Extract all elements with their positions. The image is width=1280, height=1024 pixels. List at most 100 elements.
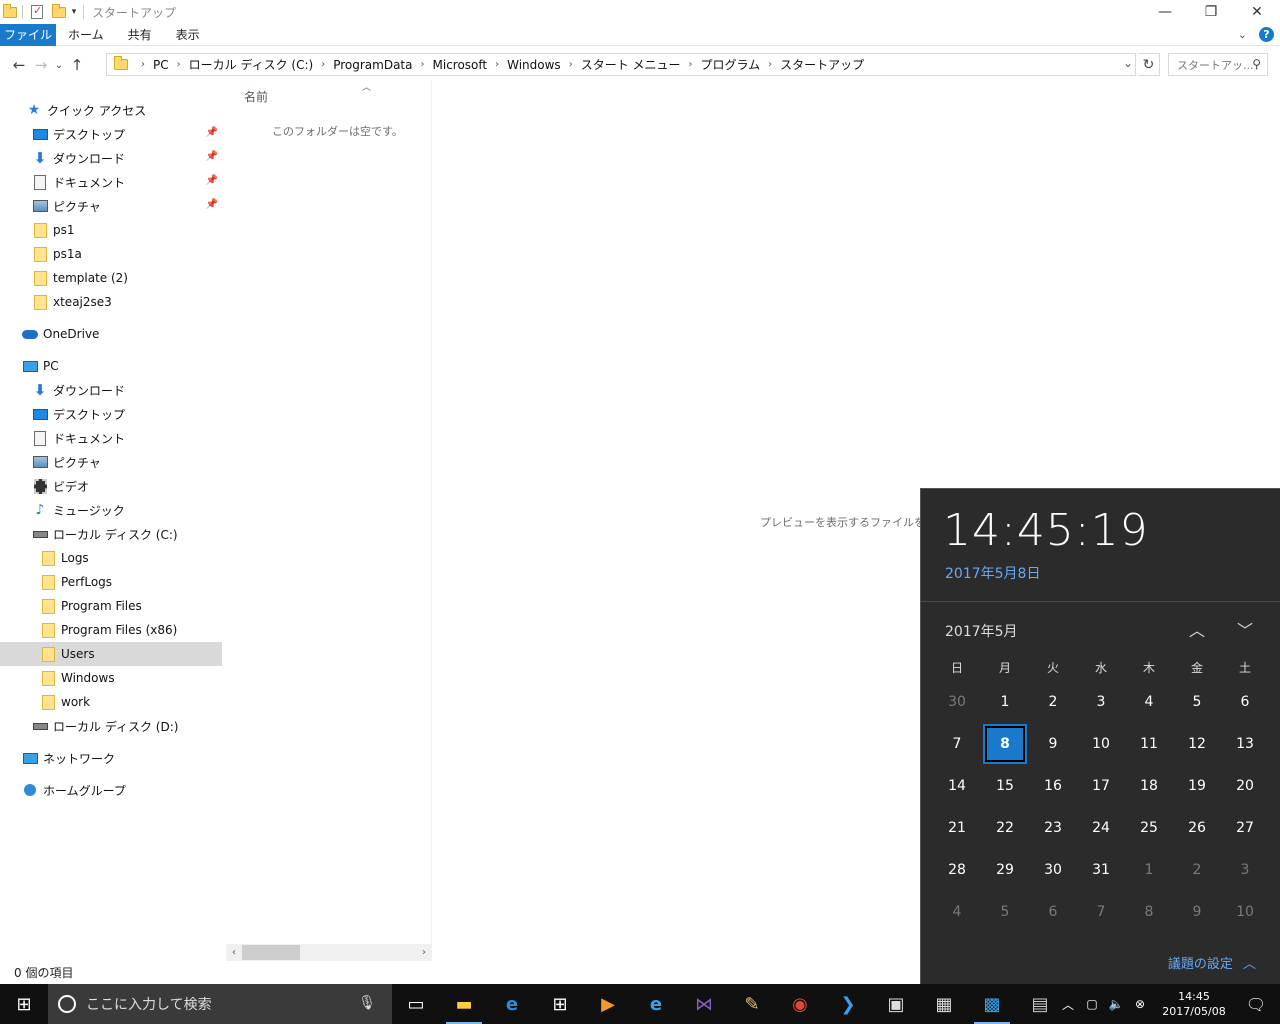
previous-month-icon[interactable]: ︿ xyxy=(1185,617,1209,641)
nav-item-documents[interactable]: ドキュメント 📌 xyxy=(0,170,222,194)
remote-desktop-icon[interactable]: ▣ xyxy=(872,984,920,1024)
close-circle-icon[interactable]: ⊗ xyxy=(1128,997,1152,1011)
calendar-day[interactable]: 25 xyxy=(1125,807,1173,849)
tab-file[interactable]: ファイル xyxy=(0,23,56,46)
calendar-day[interactable]: 31 xyxy=(1077,849,1125,891)
flyout-date-link[interactable]: 2017年5月8日 xyxy=(945,563,1040,583)
calendar-day[interactable]: 28 xyxy=(933,849,981,891)
breadcrumb-item[interactable]: ProgramData xyxy=(333,58,412,72)
taskbar-clock[interactable]: 14:45 2017/05/08 xyxy=(1156,989,1232,1019)
agenda-settings-link[interactable]: 議題の設定 ︿ xyxy=(1168,953,1256,972)
calendar-day[interactable]: 29 xyxy=(981,849,1029,891)
scroll-right-icon[interactable]: › xyxy=(416,944,432,961)
nav-item-onedrive[interactable]: OneDrive xyxy=(0,322,222,346)
taskbar-search-box[interactable]: ここに入力して検索 🎙 xyxy=(48,984,392,1024)
customize-quick-access-icon[interactable]: ▾ xyxy=(69,4,79,20)
edge-icon[interactable]: e xyxy=(488,984,536,1024)
calendar-day[interactable]: 3 xyxy=(1077,681,1125,723)
calendar-day[interactable]: 24 xyxy=(1077,807,1125,849)
nav-item-ps1[interactable]: ps1 xyxy=(0,218,222,242)
calendar-day[interactable]: 8 xyxy=(1125,891,1173,933)
calendar-day[interactable]: 22 xyxy=(981,807,1029,849)
back-button[interactable]: ← xyxy=(8,54,30,76)
calendar-day[interactable]: 18 xyxy=(1125,765,1173,807)
visual-studio-icon[interactable]: ⋈ xyxy=(680,984,728,1024)
internet-explorer-icon[interactable]: e xyxy=(632,984,680,1024)
pin-icon[interactable]: 📌 xyxy=(206,151,218,162)
help-icon[interactable]: ? xyxy=(1259,27,1274,42)
up-button[interactable]: ↑ xyxy=(66,54,88,76)
paint-icon[interactable]: ✎ xyxy=(728,984,776,1024)
calendar-day[interactable]: 10 xyxy=(1077,723,1125,765)
restore-button[interactable]: ❐ xyxy=(1188,0,1234,24)
breadcrumb-item[interactable]: PC xyxy=(153,58,169,72)
file-list[interactable] xyxy=(226,80,432,960)
search-input[interactable]: スタートアッ... ⚲ xyxy=(1168,53,1268,76)
nav-item-pc-desktop[interactable]: デスクトップ xyxy=(0,402,222,426)
nav-item-work[interactable]: work xyxy=(0,690,222,714)
next-month-icon[interactable]: ﹀ xyxy=(1233,617,1257,641)
calendar-day[interactable]: 12 xyxy=(1173,723,1221,765)
calendar-day[interactable]: 26 xyxy=(1173,807,1221,849)
recent-locations-icon[interactable]: ⌄ xyxy=(52,54,66,76)
start-button[interactable]: ⊞ xyxy=(0,984,48,1024)
pin-icon[interactable]: 📌 xyxy=(206,127,218,138)
nav-item-program-files-x86[interactable]: Program Files (x86) xyxy=(0,618,222,642)
calendar-day[interactable]: 13 xyxy=(1221,723,1269,765)
nav-item-homegroup[interactable]: ホームグループ xyxy=(0,778,222,802)
nav-item-perflogs[interactable]: PerfLogs xyxy=(0,570,222,594)
nav-item-windows[interactable]: Windows xyxy=(0,666,222,690)
action-center-icon[interactable]: 🗨 xyxy=(1232,984,1280,1024)
calendar-day[interactable]: 27 xyxy=(1221,807,1269,849)
calendar-day[interactable]: 9 xyxy=(1029,723,1077,765)
calendar-day[interactable]: 30 xyxy=(1029,849,1077,891)
chevron-right-icon[interactable]: › xyxy=(768,59,772,70)
chevron-right-icon[interactable]: › xyxy=(321,59,325,70)
nav-item-template[interactable]: template (2) xyxy=(0,266,222,290)
task-view-icon[interactable]: ▭ xyxy=(392,984,440,1024)
nav-item-downloads[interactable]: ⬇ ダウンロード 📌 xyxy=(0,146,222,170)
powershell-icon[interactable]: ❯ xyxy=(824,984,872,1024)
chevron-right-icon[interactable]: › xyxy=(689,59,693,70)
calendar-day[interactable]: 1 xyxy=(981,681,1029,723)
nav-item-program-files[interactable]: Program Files xyxy=(0,594,222,618)
nav-item-pc-pictures[interactable]: ピクチャ xyxy=(0,450,222,474)
nav-item-desktop[interactable]: デスクトップ 📌 xyxy=(0,122,222,146)
tab-share[interactable]: 共有 xyxy=(116,24,164,46)
calendar-month-label[interactable]: 2017年5月 xyxy=(945,621,1018,641)
calculator-icon[interactable]: ▦ xyxy=(920,984,968,1024)
chevron-right-icon[interactable]: › xyxy=(495,59,499,70)
calendar-day-today[interactable]: 8 xyxy=(983,724,1027,764)
calendar-day[interactable]: 16 xyxy=(1029,765,1077,807)
microphone-icon[interactable]: 🎙 xyxy=(358,995,376,1011)
forward-button[interactable]: → xyxy=(30,54,52,76)
calendar-day[interactable]: 6 xyxy=(1221,681,1269,723)
nav-item-ps1a[interactable]: ps1a xyxy=(0,242,222,266)
chevron-right-icon[interactable]: › xyxy=(569,59,573,70)
breadcrumb-item[interactable]: スタートアップ xyxy=(780,56,864,73)
calendar-day[interactable]: 11 xyxy=(1125,723,1173,765)
calendar-day[interactable]: 1 xyxy=(1125,849,1173,891)
calendar-day[interactable]: 7 xyxy=(933,723,981,765)
calendar-day[interactable]: 2 xyxy=(1173,849,1221,891)
horizontal-scrollbar[interactable]: ‹ › xyxy=(226,944,432,961)
calendar-day[interactable]: 3 xyxy=(1221,849,1269,891)
nav-item-quick-access[interactable]: ★ クイック アクセス xyxy=(0,98,222,122)
breadcrumb-item[interactable]: スタート メニュー xyxy=(581,56,681,73)
nav-item-music[interactable]: ♪ ミュージック xyxy=(0,498,222,522)
calendar-day[interactable]: 4 xyxy=(1125,681,1173,723)
expand-ribbon-icon[interactable]: ⌄ xyxy=(1238,28,1247,41)
breadcrumb-item[interactable]: ローカル ディスク (C:) xyxy=(189,56,314,73)
calendar-day[interactable]: 14 xyxy=(933,765,981,807)
nav-item-local-disk-d[interactable]: ローカル ディスク (D:) xyxy=(0,714,222,738)
tab-home[interactable]: ホーム xyxy=(56,24,116,46)
show-hidden-icons-icon[interactable]: ︿ xyxy=(1056,996,1080,1013)
scrollbar-thumb[interactable] xyxy=(242,945,300,960)
chevron-right-icon[interactable]: › xyxy=(177,59,181,70)
breadcrumb-item[interactable]: プログラム xyxy=(701,56,761,73)
minimize-button[interactable]: — xyxy=(1142,0,1188,24)
network-admin-icon[interactable]: ▩ xyxy=(968,984,1016,1024)
calendar-day[interactable]: 5 xyxy=(981,891,1029,933)
chevron-right-icon[interactable]: › xyxy=(141,59,145,70)
nav-item-network[interactable]: ネットワーク xyxy=(0,746,222,770)
